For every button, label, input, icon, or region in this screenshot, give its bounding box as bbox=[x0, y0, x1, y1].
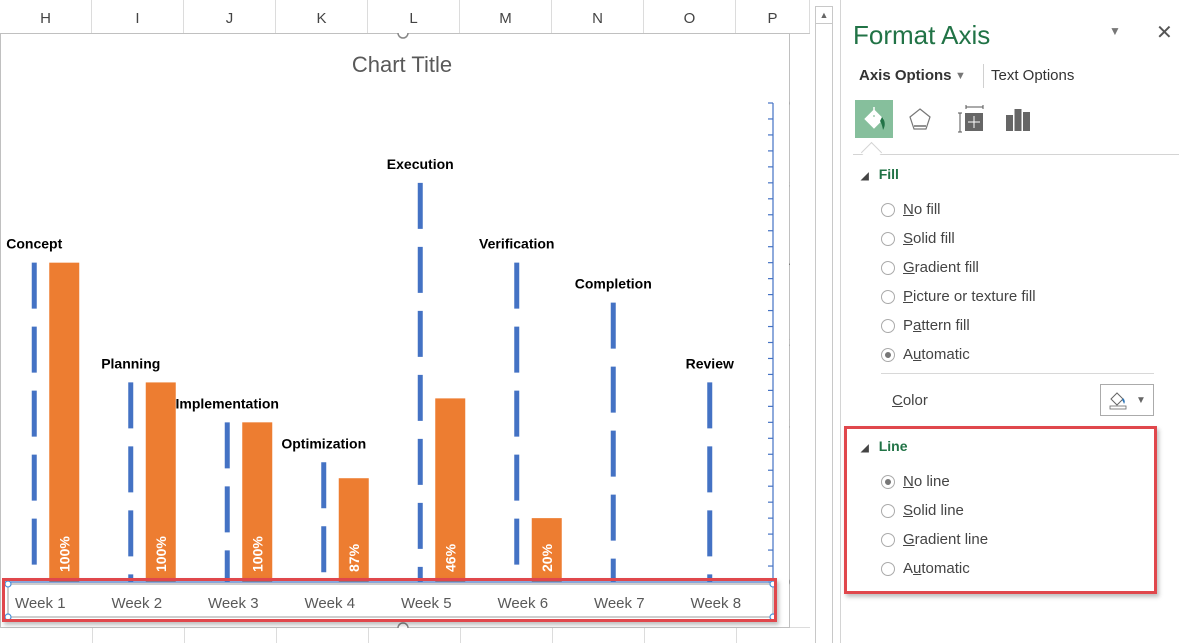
radio-solid-line[interactable]: Solid line bbox=[881, 502, 964, 519]
radio-button[interactable] bbox=[881, 202, 895, 217]
radio-solid-fill[interactable]: Solid fill bbox=[881, 230, 955, 247]
radio-button[interactable] bbox=[881, 289, 895, 304]
milestone-label[interactable]: Planning bbox=[101, 355, 160, 371]
color-label: Color bbox=[892, 392, 928, 409]
y-tick-label[interactable]: 50 bbox=[789, 175, 790, 192]
tab-text-options[interactable]: Text Options bbox=[991, 67, 1074, 84]
column-header-m[interactable]: M bbox=[460, 0, 552, 33]
column-header-o[interactable]: O bbox=[644, 0, 736, 33]
radio-gradient-fill[interactable]: Gradient fill bbox=[881, 259, 979, 276]
milestone-label[interactable]: Concept bbox=[6, 236, 62, 252]
bar-data-label[interactable]: 100% bbox=[153, 536, 169, 572]
fill-line-icon[interactable] bbox=[855, 100, 893, 138]
chevron-down-icon[interactable]: ▼ bbox=[955, 70, 966, 82]
scroll-up-arrow-icon[interactable]: ▲ bbox=[816, 7, 832, 24]
y-tick-label[interactable]: 40 bbox=[789, 255, 790, 272]
divider bbox=[853, 154, 1179, 155]
size-properties-icon[interactable] bbox=[951, 100, 989, 138]
tab-divider bbox=[983, 64, 984, 88]
y-tick-label[interactable]: 20 bbox=[789, 414, 790, 431]
option-label: Solid fill bbox=[903, 230, 955, 247]
milestone-label[interactable]: Completion bbox=[575, 276, 652, 292]
chart-title[interactable]: Chart Title bbox=[352, 52, 452, 77]
fill-color-picker-button[interactable]: ▼ bbox=[1100, 384, 1154, 416]
close-icon[interactable]: ✕ bbox=[1156, 20, 1173, 45]
radio-automatic-fill[interactable]: Automatic bbox=[881, 346, 970, 363]
spreadsheet-area: H I J K L M N O P Chart Title 100% 100% 10… bbox=[0, 0, 810, 643]
radio-button[interactable] bbox=[881, 260, 895, 275]
format-axis-pane: Format Axis ▼ ✕ Axis Options ▼ Text Opti… bbox=[840, 0, 1181, 643]
paint-bucket-icon bbox=[1109, 392, 1127, 410]
radio-gradient-line[interactable]: Gradient line bbox=[881, 531, 988, 548]
pane-title: Format Axis bbox=[853, 20, 991, 50]
column-header-i[interactable]: I bbox=[92, 0, 184, 33]
option-label: Picture or texture fill bbox=[903, 288, 1036, 305]
divider bbox=[881, 373, 1154, 374]
column-header-l[interactable]: L bbox=[368, 0, 460, 33]
bar-data-label[interactable]: 46% bbox=[442, 543, 458, 572]
column-header-k[interactable]: K bbox=[276, 0, 368, 33]
y-tick-label[interactable]: 10 bbox=[789, 494, 790, 511]
bar-data-label[interactable]: 100% bbox=[56, 536, 72, 572]
collapse-triangle-icon: ◢ bbox=[861, 443, 869, 454]
radio-picture-texture-fill[interactable]: Picture or texture fill bbox=[881, 288, 1036, 305]
column-headers: H I J K L M N O P bbox=[0, 0, 810, 34]
milestone-label[interactable]: Execution bbox=[387, 156, 454, 172]
chart-resize-handle-top[interactable] bbox=[397, 33, 409, 39]
tab-axis-options[interactable]: Axis Options bbox=[859, 67, 952, 84]
option-label: Pattern fill bbox=[903, 317, 970, 334]
column-header-h[interactable]: H bbox=[0, 0, 92, 33]
chevron-down-icon: ▼ bbox=[1136, 394, 1146, 406]
option-label: No line bbox=[903, 473, 950, 490]
line-section-header[interactable]: ◢ Line bbox=[861, 438, 907, 454]
pane-options-dropdown-icon[interactable]: ▼ bbox=[1109, 24, 1121, 38]
radio-no-fill[interactable]: No fill bbox=[881, 201, 941, 218]
bar-1[interactable] bbox=[49, 262, 80, 582]
line-heading: Line bbox=[878, 438, 908, 454]
radio-button[interactable] bbox=[881, 231, 895, 246]
milestone-label[interactable]: Verification bbox=[479, 236, 554, 252]
option-label: Gradient line bbox=[903, 531, 989, 548]
radio-automatic-line[interactable]: Automatic bbox=[881, 560, 970, 577]
y-tick-label[interactable]: 30 bbox=[789, 335, 790, 352]
column-header-n[interactable]: N bbox=[552, 0, 644, 33]
effects-pentagon-icon[interactable] bbox=[901, 100, 939, 138]
selected-tab-pointer bbox=[860, 141, 883, 164]
radio-button-selected[interactable] bbox=[881, 474, 895, 489]
chart-border bbox=[0, 33, 790, 628]
radio-button-selected[interactable] bbox=[881, 347, 895, 362]
y-tick-label[interactable]: 0 bbox=[789, 574, 790, 591]
bar-data-label[interactable]: 87% bbox=[346, 543, 362, 572]
axis-options-bar-icon[interactable] bbox=[999, 100, 1037, 138]
milestone-label[interactable]: Implementation bbox=[176, 395, 279, 411]
chart-canvas[interactable]: Chart Title 100% 100% 100% 87% 46% 20% Concep… bbox=[0, 33, 790, 628]
option-label: Automatic bbox=[903, 560, 970, 577]
bar-data-label[interactable]: 100% bbox=[249, 536, 265, 572]
fill-heading: Fill bbox=[878, 166, 899, 182]
option-label: No fill bbox=[903, 201, 941, 218]
radio-button[interactable] bbox=[881, 318, 895, 333]
vertical-scrollbar[interactable]: ▲ bbox=[815, 6, 833, 643]
milestone-label[interactable]: Review bbox=[686, 355, 734, 371]
radio-no-line[interactable]: No line bbox=[881, 473, 950, 490]
y-tick-label[interactable]: 60 bbox=[789, 95, 790, 112]
radio-button[interactable] bbox=[881, 561, 895, 576]
chart-resize-handle-bottom[interactable] bbox=[397, 622, 409, 628]
collapse-triangle-icon: ◢ bbox=[861, 171, 869, 182]
milestone-label[interactable]: Optimization bbox=[281, 435, 366, 451]
radio-pattern-fill[interactable]: Pattern fill bbox=[881, 317, 970, 334]
column-header-p[interactable]: P bbox=[736, 0, 810, 33]
option-label: Automatic bbox=[903, 346, 970, 363]
option-label: Solid line bbox=[903, 502, 964, 519]
x-axis-highlight bbox=[2, 578, 777, 622]
bar-data-label[interactable]: 20% bbox=[539, 543, 555, 572]
fill-section-header[interactable]: ◢ Fill bbox=[861, 166, 899, 182]
chart-area[interactable]: Chart Title 100% 100% 100% 87% 46% 20% Concep… bbox=[0, 33, 790, 628]
radio-button[interactable] bbox=[881, 532, 895, 547]
column-header-j[interactable]: J bbox=[184, 0, 276, 33]
option-label: Gradient fill bbox=[903, 259, 979, 276]
radio-button[interactable] bbox=[881, 503, 895, 518]
